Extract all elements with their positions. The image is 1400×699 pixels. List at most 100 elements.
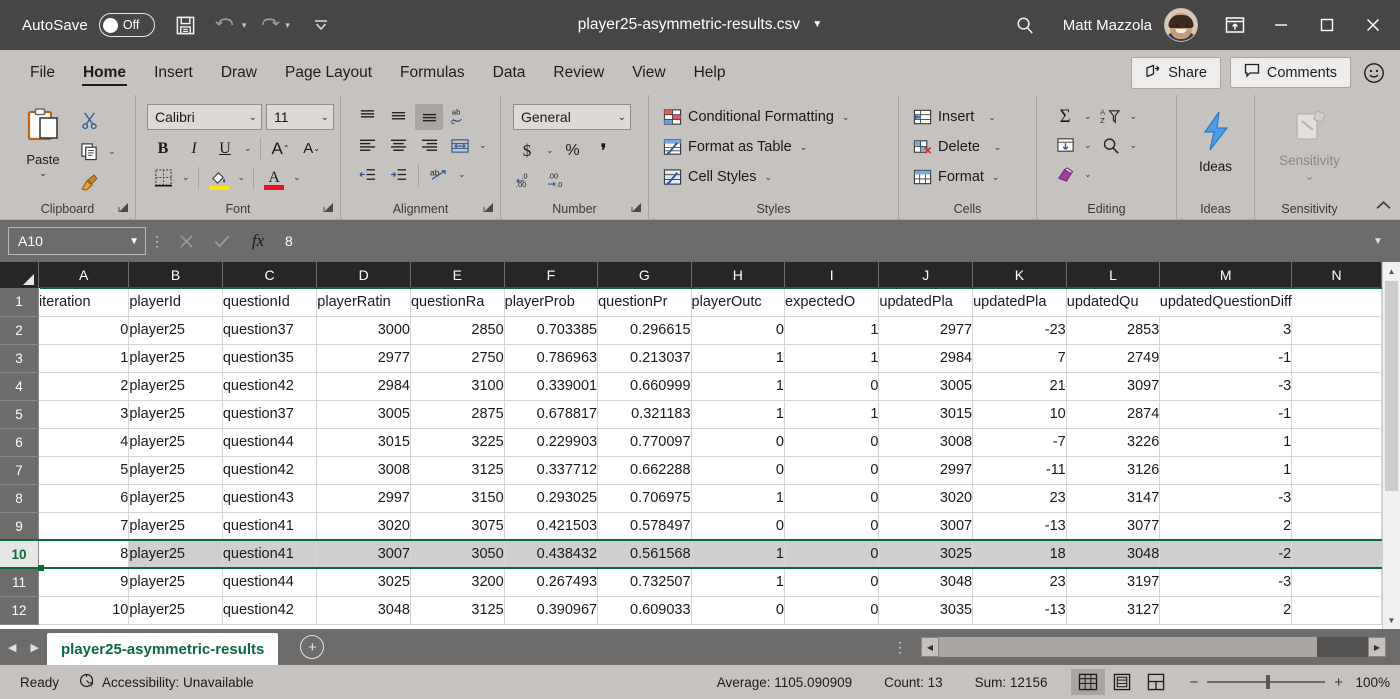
tab-help[interactable]: Help [680,50,740,95]
cell-j2[interactable]: 2977 [878,316,974,345]
chevron-down-icon[interactable]: ⌄ [614,112,626,123]
fill-button[interactable] [1051,133,1079,159]
cell-l3[interactable]: 2749 [1066,344,1161,373]
name-box[interactable]: A10 ▼ [8,227,146,255]
cell-a5[interactable]: 3 [38,400,130,429]
cell-k4[interactable]: 21 [972,372,1067,401]
increase-indent-button[interactable] [384,162,412,188]
search-icon[interactable] [1007,6,1045,44]
cell-j6[interactable]: 3008 [878,428,974,457]
number-dialog-launcher[interactable] [631,201,642,216]
cell-d1[interactable]: playerRatin [316,288,411,317]
cell-a8[interactable]: 6 [38,484,130,513]
cell-k6[interactable]: -7 [972,428,1067,457]
cell-i5[interactable]: 1 [784,400,880,429]
cell-e2[interactable]: 2850 [410,316,505,345]
cell-c8[interactable]: question43 [222,484,318,513]
autosave-toggle[interactable]: Off [98,13,155,37]
cell-b8[interactable]: player25 [128,484,223,513]
cell-b9[interactable]: player25 [128,512,223,541]
row-header-2[interactable]: 2 [0,316,39,345]
cell-d4[interactable]: 2984 [316,372,411,401]
accounting-dropdown-icon[interactable]: ⌄ [544,145,556,156]
cell-styles-button[interactable]: Cell Styles ⌄ [659,162,778,192]
cell-a11[interactable]: 9 [38,568,130,597]
cell-g9[interactable]: 0.578497 [597,512,692,541]
cell-a10[interactable]: 8 [38,540,130,569]
undo-icon[interactable] [207,6,245,44]
column-header-k[interactable]: K [972,262,1067,288]
align-right-button[interactable] [415,133,443,159]
cell-c6[interactable]: question44 [222,428,318,457]
cell-k2[interactable]: -23 [972,316,1067,345]
cell-a1[interactable]: iteration [38,288,130,317]
normal-view-icon[interactable] [1071,669,1106,695]
percent-style-button[interactable]: % [559,138,587,164]
cell-l10[interactable]: 3048 [1066,540,1161,569]
sort-filter-dropdown-icon[interactable]: ⌄ [1128,111,1140,122]
redo-icon[interactable] [250,6,288,44]
cell-g5[interactable]: 0.321183 [597,400,692,429]
find-and-select-button[interactable] [1097,133,1125,159]
underline-button[interactable]: U [211,136,239,162]
enter-icon[interactable] [204,226,240,256]
column-header-f[interactable]: F [504,262,599,288]
cell-k10[interactable]: 18 [972,540,1067,569]
comma-style-button[interactable]: ❜ [590,138,618,164]
number-format-combo[interactable]: General ⌄ [513,104,631,130]
scroll-up-button[interactable]: ▲ [1382,262,1400,280]
fill-dropdown-icon[interactable]: ⌄ [1082,140,1094,151]
column-header-g[interactable]: G [597,262,692,288]
cell-e9[interactable]: 3075 [410,512,505,541]
scroll-down-button[interactable]: ▼ [1382,611,1400,629]
cell-j9[interactable]: 3007 [878,512,974,541]
find-dropdown-icon[interactable]: ⌄ [1128,140,1140,151]
cell-m12[interactable]: 2 [1159,596,1293,625]
row-header-10[interactable]: 10 [0,540,39,569]
align-center-button[interactable] [384,133,412,159]
conditional-formatting-button[interactable]: Conditional Formatting ⌄ [659,102,855,132]
status-count[interactable]: Count: 13 [868,675,959,690]
cell-i11[interactable]: 0 [784,568,880,597]
cell-f7[interactable]: 0.337712 [504,456,599,485]
sensitivity-dropdown-icon[interactable]: ⌄ [1304,168,1315,184]
expand-formula-bar-icon[interactable]: ▼ [1364,236,1392,247]
cell-j1[interactable]: updatedPla [878,288,974,317]
cell-a3[interactable]: 1 [38,344,130,373]
cell-m1[interactable]: updatedQuestionDiff [1159,288,1292,317]
row-header-8[interactable]: 8 [0,484,39,513]
cell-m9[interactable]: 2 [1159,512,1293,541]
redo-dropdown-icon[interactable]: ▾ [285,20,290,31]
cell-l2[interactable]: 2853 [1066,316,1161,345]
column-header-a[interactable]: A [38,262,130,288]
cell-f2[interactable]: 0.703385 [504,316,599,345]
cell-n7[interactable] [1291,456,1382,485]
cell-c9[interactable]: question41 [222,512,318,541]
decrease-indent-button[interactable] [353,162,381,188]
zoom-level-label[interactable]: 100% [1352,675,1390,690]
cell-g8[interactable]: 0.706975 [597,484,692,513]
ideas-button[interactable]: Ideas [1184,102,1247,174]
chevron-down-icon[interactable]: ⌄ [986,112,998,123]
tab-view[interactable]: View [618,50,679,95]
maximize-button[interactable] [1304,0,1350,50]
delete-cells-button[interactable]: Delete ⌄ [909,132,1007,162]
cell-j12[interactable]: 3035 [878,596,974,625]
clear-button[interactable] [1051,162,1079,188]
cancel-icon[interactable] [168,226,204,256]
add-sheet-button[interactable]: + [300,635,325,659]
cell-i10[interactable]: 0 [784,540,880,569]
cell-n11[interactable] [1291,568,1382,597]
cell-l9[interactable]: 3077 [1066,512,1161,541]
cell-n6[interactable] [1291,428,1382,457]
cell-a7[interactable]: 5 [38,456,130,485]
close-button[interactable] [1350,0,1396,50]
tab-draw[interactable]: Draw [207,50,271,95]
cell-c11[interactable]: question44 [222,568,318,597]
bold-button[interactable]: B [149,136,177,162]
select-all-corner[interactable] [0,262,39,288]
cell-e4[interactable]: 3100 [410,372,505,401]
column-header-i[interactable]: I [784,262,880,288]
column-header-d[interactable]: D [316,262,411,288]
cell-m11[interactable]: -3 [1159,568,1293,597]
